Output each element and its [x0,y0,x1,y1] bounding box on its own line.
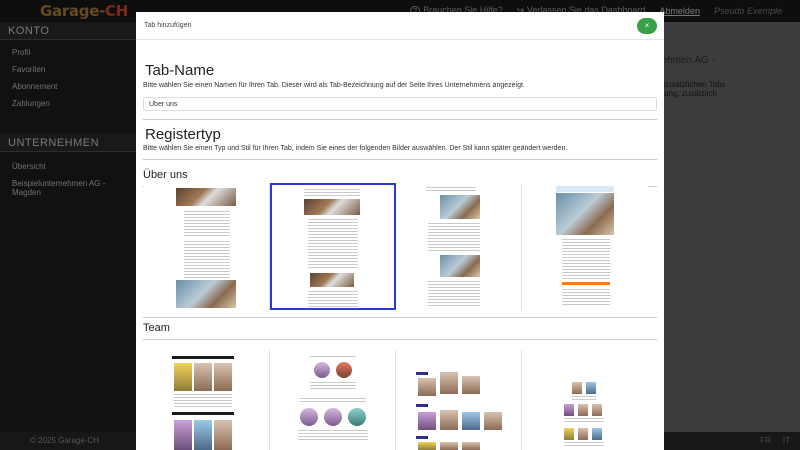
template-photo [214,420,232,450]
template-about-1[interactable] [144,183,270,310]
template-text [298,430,368,440]
template-team-4[interactable] [522,350,648,450]
template-image [176,188,236,206]
divider [143,119,657,120]
template-text [562,289,610,307]
group-heading-about: Über uns [143,169,188,181]
template-photo [174,363,192,391]
template-text [184,211,230,237]
tab-name-hint: Bitte wählen Sie einen Namen für Ihren T… [143,82,525,89]
register-type-heading: Registertyp [145,126,221,143]
close-button[interactable]: × [637,18,657,34]
template-text [426,187,476,191]
template-text [308,219,358,269]
template-team-3[interactable] [396,350,522,450]
template-image [304,199,360,215]
template-photo [572,382,582,394]
register-type-hint: Bitte wählen Sie einen Typ und Stil für … [143,145,568,152]
template-image [310,273,354,287]
template-text [564,442,604,446]
template-photo [592,404,602,416]
template-photo [194,363,212,391]
template-avatar [300,408,318,426]
template-photo [194,420,212,450]
template-photo [564,428,574,440]
template-photo [214,363,232,391]
group-heading-team: Team [143,322,170,334]
template-image [176,280,236,308]
tab-name-input[interactable] [143,97,657,111]
team-templates [144,350,648,450]
template-image [440,195,480,219]
template-avatar [336,362,352,378]
template-photo [484,412,502,430]
template-photo [440,372,458,394]
template-photo [462,442,480,450]
template-avatar [324,408,342,426]
about-templates [144,183,648,310]
template-photo [418,442,436,450]
template-tag [416,404,428,407]
template-avatar [314,362,330,378]
template-image [556,193,614,235]
template-photo [440,442,458,450]
template-text [572,396,596,400]
template-photo [462,376,480,394]
template-tag [416,372,428,375]
tab-name-heading: Tab-Name [145,62,215,79]
add-tab-modal: Tab hinzufügen × Tab-Name Bitte wählen S… [136,12,664,450]
template-text [308,291,358,307]
modal-header: Tab hinzufügen × [136,12,664,40]
template-about-3[interactable] [396,183,522,310]
template-accent-bar [562,282,610,285]
template-text [428,281,480,307]
template-photo [418,378,436,396]
template-text [428,223,480,253]
template-photo [564,404,574,416]
template-team-2[interactable] [270,350,396,450]
template-text [562,239,610,279]
template-photo [578,428,588,440]
template-text [184,241,230,279]
template-photo [418,412,436,430]
template-text [310,382,356,390]
template-text [310,356,356,359]
modal-title: Tab hinzufügen [144,22,192,29]
template-text [174,394,232,408]
template-text [564,418,604,422]
divider [143,159,657,160]
template-text [304,189,360,197]
template-photo [462,412,480,430]
divider [143,339,657,340]
template-tag [416,436,428,439]
template-photo [440,410,458,430]
template-heading-bar [172,356,234,359]
template-photo [174,420,192,450]
template-image [440,255,480,277]
template-photo [592,428,602,440]
template-about-4[interactable] [522,183,648,310]
template-photo [586,382,596,394]
template-avatar [348,408,366,426]
template-banner [556,186,614,192]
divider [143,317,657,318]
template-team-1[interactable] [144,350,270,450]
template-photo [578,404,588,416]
template-heading-bar [172,412,234,415]
template-text [300,398,366,404]
template-about-2[interactable] [270,183,396,310]
